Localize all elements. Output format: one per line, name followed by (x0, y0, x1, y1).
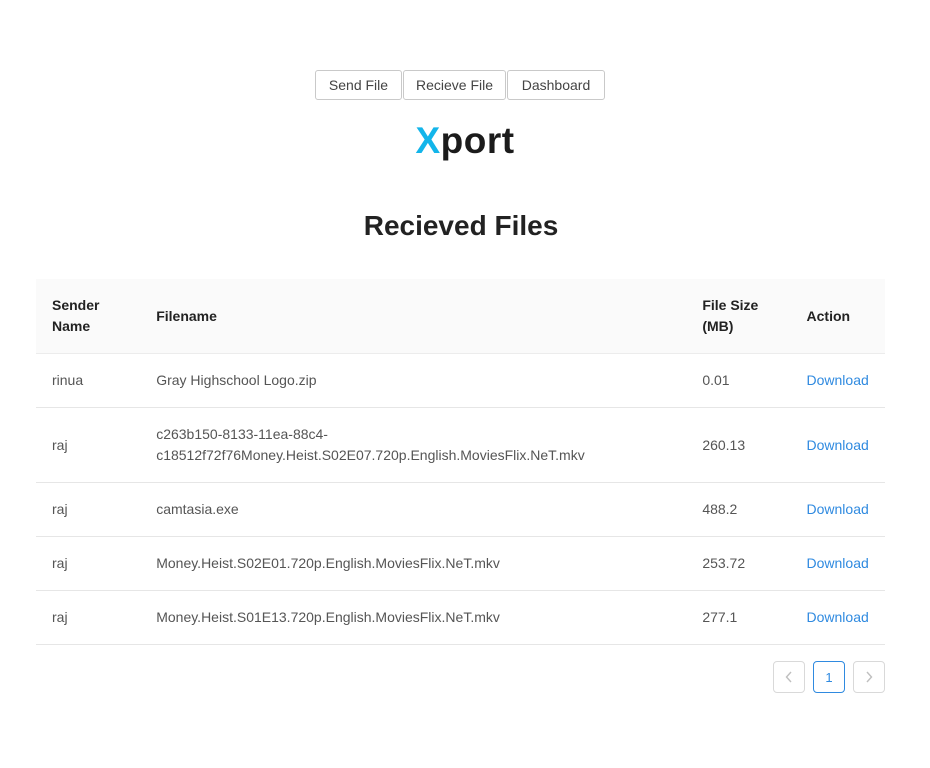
cell-size: 253.72 (686, 536, 791, 591)
cell-filename: camtasia.exe (140, 482, 687, 537)
received-files-table: Sender Name Filename File Size (MB) Action… (36, 279, 885, 645)
cell-filename: Money.Heist.S01E13.720p.English.MoviesFl… (140, 590, 687, 645)
cell-sender: raj (36, 536, 141, 591)
cell-size: 277.1 (686, 590, 791, 645)
column-header-filename: Filename (140, 279, 687, 354)
filename-line2: c18512f72f76Money.Heist.S02E07.720p.Engl… (156, 447, 585, 463)
cell-sender: raj (36, 407, 141, 483)
recieve-file-button[interactable]: Recieve File (403, 70, 506, 100)
page-number-button[interactable]: 1 (813, 661, 845, 693)
column-header-size: File Size (MB) (686, 279, 791, 354)
chevron-left-icon (785, 671, 792, 683)
header-sender-line1: Sender (52, 297, 100, 313)
page: Send File Recieve File Dashboard Xport R… (0, 0, 930, 768)
table-header-row: Sender Name Filename File Size (MB) Action (36, 279, 885, 354)
download-link[interactable]: Download (807, 501, 869, 517)
cell-sender: raj (36, 482, 141, 537)
prev-page-button[interactable] (773, 661, 805, 693)
table-row: raj Money.Heist.S01E13.720p.English.Movi… (36, 590, 885, 645)
header-size-line1: File Size (702, 297, 759, 313)
header-size-line2: (MB) (702, 318, 734, 334)
next-page-button[interactable] (853, 661, 885, 693)
send-file-button[interactable]: Send File (315, 70, 402, 100)
cell-size: 260.13 (686, 407, 791, 483)
column-header-action: Action (790, 279, 885, 354)
cell-size: 0.01 (686, 353, 791, 408)
dashboard-button[interactable]: Dashboard (507, 70, 605, 100)
logo-accent: X (415, 120, 441, 161)
cell-filename: Money.Heist.S02E01.720p.English.MoviesFl… (140, 536, 687, 591)
table-row: rinua Gray Highschool Logo.zip 0.01 Down… (36, 353, 885, 408)
cell-sender: raj (36, 590, 141, 645)
download-link[interactable]: Download (807, 372, 869, 388)
table-row: raj c263b150-8133-11ea-88c4- c18512f72f76… (36, 407, 885, 483)
download-link[interactable]: Download (807, 609, 869, 625)
cell-sender: rinua (36, 353, 141, 408)
chevron-right-icon (866, 671, 873, 683)
top-nav: Send File Recieve File Dashboard (315, 70, 606, 100)
app-logo: Xport (0, 120, 930, 162)
header-sender-line2: Name (52, 318, 91, 334)
files-table-container: Sender Name Filename File Size (MB) Action… (36, 279, 885, 645)
table-row: raj Money.Heist.S02E01.720p.English.Movi… (36, 536, 885, 591)
download-link[interactable]: Download (807, 555, 869, 571)
table-row: raj camtasia.exe 488.2 Download (36, 482, 885, 537)
cell-filename: c263b150-8133-11ea-88c4- c18512f72f76Mone… (140, 407, 687, 483)
logo-text: port (440, 120, 515, 161)
cell-action: Download (790, 536, 885, 591)
cell-action: Download (790, 482, 885, 537)
cell-action: Download (790, 590, 885, 645)
cell-size: 488.2 (686, 482, 791, 537)
column-header-sender: Sender Name (36, 279, 141, 354)
pagination: 1 (773, 661, 893, 693)
filename-line1: c263b150-8133-11ea-88c4- (156, 426, 328, 442)
page-title: Recieved Files (363, 210, 559, 241)
download-link[interactable]: Download (807, 437, 869, 453)
cell-action: Download (790, 353, 885, 408)
cell-filename: Gray Highschool Logo.zip (140, 353, 687, 408)
cell-action: Download (790, 407, 885, 483)
